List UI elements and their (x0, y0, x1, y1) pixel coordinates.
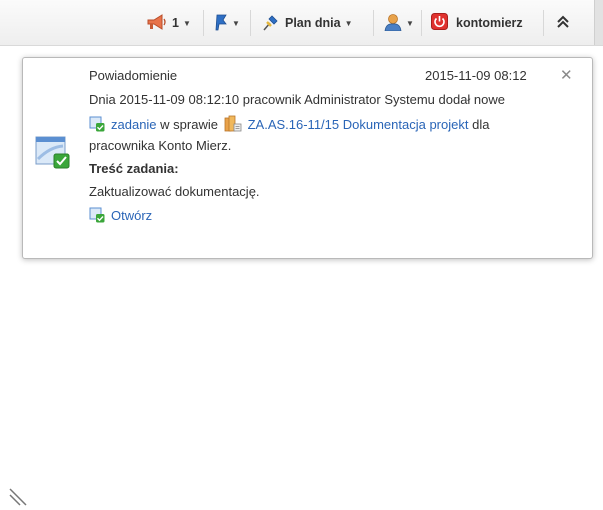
task-link[interactable]: zadanie (111, 117, 157, 132)
toolbar-separator (543, 10, 544, 36)
notification-popup: Powiadomienie 2015-11-09 08:12 ✕ Dnia 20… (22, 57, 593, 259)
case-link[interactable]: ZA.AS.16-11/15 Dokumentacja projekt (248, 117, 469, 132)
case-folder-icon (224, 115, 242, 135)
toolbar-separator (421, 10, 422, 36)
notification-message-links: zadanie w sprawie ZA.AS.16-11/15 Dokumen… (89, 115, 489, 135)
top-toolbar: 1 ▼ ▼ Plan dnia ▼ ▼ kontomierz (0, 0, 603, 46)
task-icon (89, 116, 105, 135)
user-menu-button[interactable]: ▼ (384, 13, 414, 33)
megaphone-icon (146, 13, 168, 34)
chevron-down-icon: ▼ (344, 18, 353, 28)
announcements-count: 1 (172, 16, 179, 30)
username-label: kontomierz (456, 16, 523, 30)
toolbar-edge (594, 0, 603, 45)
notification-title: Powiadomienie (89, 68, 178, 83)
toolbar-separator (203, 10, 204, 36)
close-icon[interactable]: ✕ (560, 66, 573, 84)
collapse-button[interactable] (556, 13, 570, 33)
toolbar-separator (250, 10, 251, 36)
task-content-label: Treść zadania: (89, 161, 179, 176)
collapse-icon (556, 15, 570, 32)
plan-dnia-button[interactable]: Plan dnia ▼ (262, 13, 353, 33)
task-content: Zaktualizować dokumentację. (89, 184, 260, 199)
pin-icon (262, 13, 280, 34)
chevron-down-icon: ▼ (232, 18, 240, 28)
plan-dnia-label: Plan dnia (285, 16, 341, 30)
flag-icon (214, 13, 228, 34)
announcements-button[interactable]: 1 ▼ (146, 13, 191, 33)
chevron-down-icon: ▼ (406, 18, 414, 28)
notification-recipient: pracownika Konto Mierz. (89, 138, 232, 153)
logout-button[interactable]: kontomierz (431, 13, 523, 33)
for-text: dla (472, 117, 490, 132)
notification-message: Dnia 2015-11-09 08:12:10 pracownik Admin… (89, 92, 505, 107)
in-case-text: w sprawie (160, 117, 218, 132)
notification-date: 2015-11-09 08:12 (425, 68, 527, 83)
user-icon (384, 13, 402, 34)
task-notification-icon (35, 133, 71, 172)
toolbar-separator (373, 10, 374, 36)
flag-button[interactable]: ▼ (214, 13, 240, 33)
resize-handle-icon[interactable] (8, 487, 28, 510)
task-icon (89, 207, 105, 226)
chevron-down-icon: ▼ (182, 18, 191, 28)
open-link-label[interactable]: Otwórz (111, 208, 152, 223)
open-task-link[interactable]: Otwórz (89, 207, 152, 226)
power-icon (431, 13, 448, 33)
